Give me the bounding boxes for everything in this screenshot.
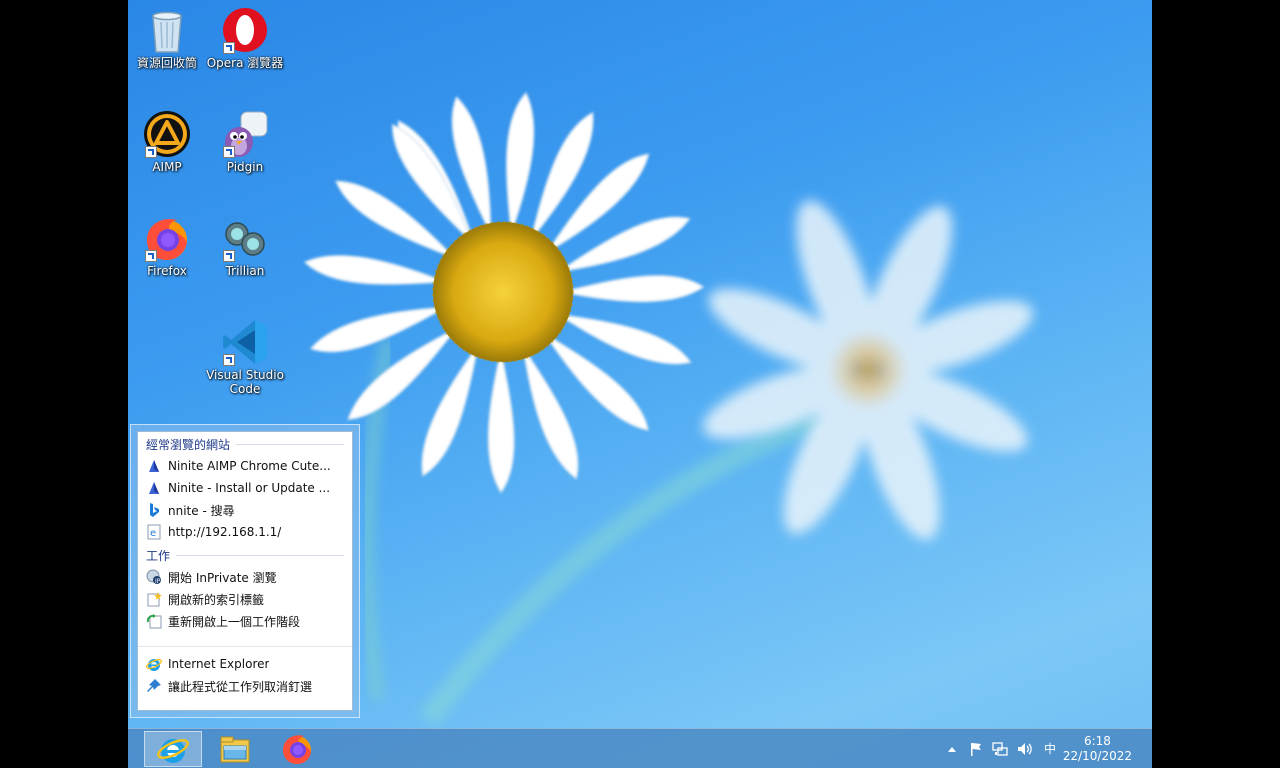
taskbar-clock[interactable]: 6:18 22/10/2022	[1063, 734, 1132, 764]
taskbar-file-explorer[interactable]	[206, 731, 264, 767]
recycle-bin-icon	[152, 11, 182, 53]
desktop-icon-recycle-bin[interactable]: 資源回收筒	[128, 6, 206, 70]
jump-list-item-label: 開始 InPrivate 瀏覽	[168, 570, 277, 585]
jump-list-app-internet-explorer[interactable]: Internet Explorer	[138, 653, 352, 675]
jump-list-item-label: http://192.168.1.1/	[168, 525, 282, 539]
shortcut-arrow-icon	[223, 146, 235, 158]
firefox-icon	[283, 735, 311, 764]
section-title: 經常瀏覽的網站	[146, 438, 231, 452]
desktop-icon-label: Pidgin	[226, 160, 264, 174]
desktop-icon-opera[interactable]: Opera 瀏覽器	[206, 6, 284, 70]
internet-explorer-icon	[157, 739, 189, 763]
bing-icon	[150, 503, 159, 517]
ie-jump-list: 經常瀏覽的網站 Ninite AIMP Chrome Cute... Ninit…	[130, 424, 360, 718]
ime-indicator[interactable]: 中	[1042, 741, 1058, 757]
taskbar: 中 6:18 22/10/2022	[128, 728, 1152, 768]
taskbar-firefox[interactable]	[268, 731, 326, 767]
jump-list-item-label: Internet Explorer	[168, 657, 270, 671]
desktop-icon-firefox[interactable]: Firefox	[128, 214, 206, 278]
desktop-icon-vscode[interactable]: Visual Studio Code	[206, 318, 284, 396]
volume-icon[interactable]	[1016, 741, 1032, 757]
svg-text:e: e	[150, 528, 156, 539]
taskbar-internet-explorer[interactable]	[144, 731, 202, 767]
shortcut-arrow-icon	[223, 354, 235, 366]
unpin-icon	[147, 679, 161, 692]
jump-list-task-new-tab[interactable]: 開啟新的索引標籤	[138, 588, 352, 610]
file-explorer-icon	[220, 736, 250, 763]
jump-list-panel: 經常瀏覽的網站 Ninite AIMP Chrome Cute... Ninit…	[137, 431, 353, 711]
desktop-icon-label: Visual Studio Code	[206, 368, 284, 396]
shortcut-arrow-icon	[145, 250, 157, 262]
jump-list-item-label: nnite - 搜尋	[168, 503, 235, 518]
desktop-icon-label: 資源回收筒	[136, 56, 197, 70]
reopen-session-icon	[146, 614, 162, 629]
desktop-icon-label: Opera 瀏覽器	[206, 56, 284, 70]
jump-list-task-inprivate[interactable]: IP 開始 InPrivate 瀏覽	[138, 566, 352, 588]
desktop-icon-aimp[interactable]: AIMP	[128, 110, 206, 174]
clock-date: 22/10/2022	[1062, 749, 1132, 763]
jump-list-separator	[138, 646, 352, 647]
new-tab-icon	[147, 592, 162, 607]
jump-list-item-label: Ninite AIMP Chrome Cute...	[168, 459, 331, 473]
desktop-icon-label: Firefox	[147, 264, 187, 278]
jump-list-item-frequent[interactable]: Ninite AIMP Chrome Cute...	[138, 455, 352, 477]
desktop-icon-label: AIMP	[152, 160, 182, 174]
network-icon[interactable]	[992, 741, 1008, 757]
shortcut-arrow-icon	[223, 42, 235, 54]
show-hidden-icons-chevron-icon[interactable]	[944, 741, 960, 757]
jump-list-item-frequent[interactable]: e http://192.168.1.1/	[138, 521, 352, 543]
action-center-flag-icon[interactable]	[968, 741, 984, 757]
jump-list-task-reopen-session[interactable]: 重新開啟上一個工作階段	[138, 610, 352, 632]
ninite-icon	[149, 482, 159, 494]
desktop-screen: 資源回收筒 Opera 瀏覽器 AIMP Pidgin Firefox Tril…	[128, 0, 1152, 768]
ie-page-icon: e	[147, 524, 161, 540]
shortcut-arrow-icon	[145, 146, 157, 158]
shortcut-arrow-icon	[223, 250, 235, 262]
desktop-icon-pidgin[interactable]: Pidgin	[206, 110, 284, 174]
svg-text:IP: IP	[155, 578, 161, 585]
inprivate-icon: IP	[146, 569, 161, 585]
jump-list-item-frequent[interactable]: nnite - 搜尋	[138, 499, 352, 521]
jump-list-item-label: 開啟新的索引標籤	[168, 592, 265, 607]
section-title: 工作	[146, 549, 171, 563]
desktop-icon-label: Trillian	[225, 264, 265, 278]
jump-list-header-tasks: 工作	[138, 543, 352, 566]
jump-list-item-label: 讓此程式從工作列取消釘選	[168, 679, 313, 694]
desktop-icon-trillian[interactable]: Trillian	[206, 214, 284, 278]
jump-list-header-frequent: 經常瀏覽的網站	[138, 432, 352, 455]
internet-explorer-icon	[146, 659, 162, 671]
jump-list-app-unpin[interactable]: 讓此程式從工作列取消釘選	[138, 675, 352, 697]
jump-list-item-label: Ninite - Install or Update ...	[168, 481, 331, 495]
ninite-icon	[149, 460, 159, 472]
jump-list-item-label: 重新開啟上一個工作階段	[168, 614, 301, 629]
jump-list-item-frequent[interactable]: Ninite - Install or Update ...	[138, 477, 352, 499]
clock-time: 6:18	[1083, 734, 1111, 748]
